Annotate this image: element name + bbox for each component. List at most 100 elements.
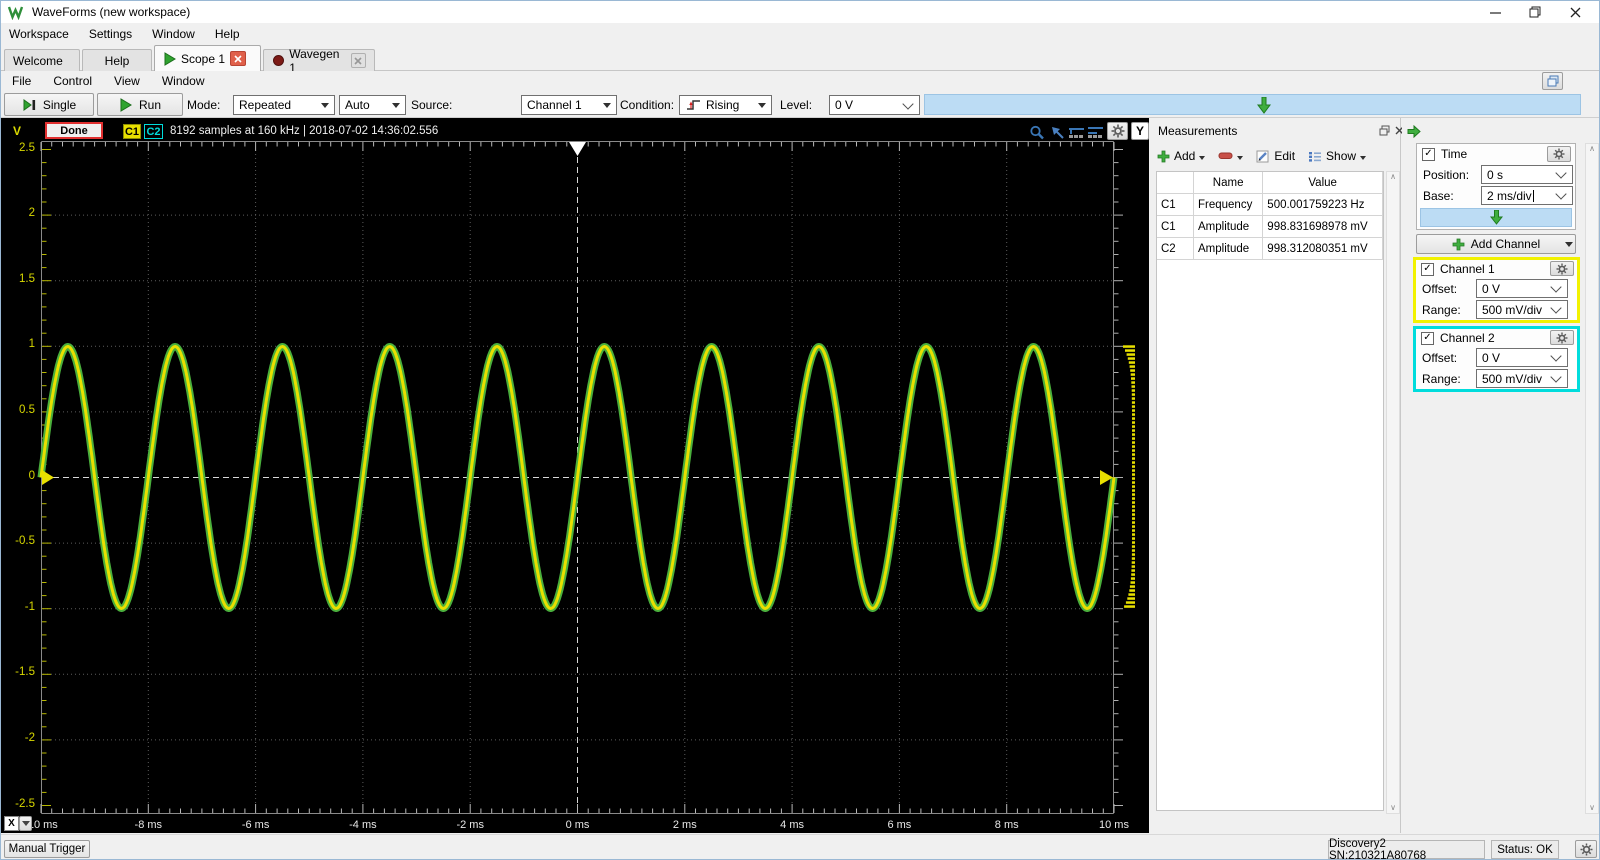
scope-menu-view[interactable]: View [103,72,151,90]
table-cell: C2 [1157,237,1194,260]
x-axis-labels: -10 ms -8 ms -6 ms -4 ms -2 ms 0 ms 2 ms 4 ms 6 … [1,819,1149,833]
dropdown-arrow-icon [1360,156,1367,160]
table-cell: 998.831698978 mV [1262,215,1383,238]
table-row[interactable]: C1 Amplitude 998.831698978 mV [1157,215,1383,238]
y-cursors-icon[interactable] [1087,125,1104,140]
edit-pencil-icon [1256,150,1269,162]
mode-label: Mode: [187,98,221,112]
add-measurement-button[interactable]: Add [1157,149,1206,163]
tab-scope[interactable]: Scope 1 [154,45,261,71]
waveforms-window: WaveForms (new workspace) Workspace Sett… [0,0,1600,860]
table-row[interactable]: C2 Amplitude 998.312080351 mV [1157,237,1383,260]
measurements-panel: Measurements Add Edit Show Name Value C1… [1149,118,1404,833]
float-panel-button[interactable] [1377,123,1392,137]
menu-help[interactable]: Help [205,24,250,44]
y-axis-label: -2 [24,731,35,744]
mode-select[interactable]: Repeated [233,95,335,115]
scope-menu-control[interactable]: Control [42,72,103,90]
menu-workspace[interactable]: Workspace [1,24,79,44]
channel2-badge[interactable]: C2 [144,124,163,139]
close-wavegen-tab-icon[interactable] [350,53,366,68]
x-cursors-icon[interactable] [1068,125,1085,140]
time-position-input[interactable]: 0 s [1481,165,1573,184]
dropdown-arrow-icon [603,102,611,108]
remove-measurement-button[interactable] [1218,152,1244,160]
channel2-range-label: Range: [1422,372,1461,386]
tab-help[interactable]: Help [82,49,152,71]
close-scope-tab-icon[interactable] [230,51,247,66]
zoom-tool-icon[interactable] [1029,125,1046,140]
table-header-cell: Name [1192,172,1264,194]
edit-measurement-button[interactable]: Edit [1256,149,1295,163]
channel2-checkbox[interactable]: ✓ [1421,331,1434,345]
restore-button[interactable] [1515,1,1555,23]
trigger-source-select[interactable]: Channel 1 [521,95,617,115]
combo-chevron-icon [1555,188,1567,200]
show-measurement-button[interactable]: Show [1308,149,1367,163]
scroll-up-icon[interactable]: ∧ [1589,144,1595,154]
trigger-position-bar[interactable] [924,94,1581,115]
combo-chevron-icon [902,97,914,110]
tab-welcome[interactable]: Welcome [4,49,80,71]
scroll-down-icon[interactable]: ∨ [1390,803,1396,813]
channel1-checkbox[interactable]: ✓ [1421,262,1434,276]
channel2-range-input[interactable]: 500 mV/div [1476,369,1568,388]
x-axis-label: -4 ms [349,819,377,831]
plus-icon [1452,238,1465,250]
position-label: Position: [1423,168,1470,182]
close-button[interactable] [1555,1,1595,23]
title-bar: WaveForms (new workspace) [1,1,1599,23]
sample-histogram [1123,345,1135,608]
manual-trigger-button[interactable]: Manual Trigger [4,840,90,858]
plot-settings-button[interactable] [1107,122,1128,140]
single-button[interactable]: Single [4,93,94,116]
measurements-scrollbar[interactable]: ∧ ∨ [1386,171,1400,814]
scroll-up-icon[interactable]: ∧ [1390,172,1396,182]
scope-menu-file[interactable]: File [1,72,42,90]
plot-canvas[interactable] [37,141,1136,814]
collapse-panel-arrow-icon[interactable] [1407,125,1421,138]
menu-settings[interactable]: Settings [79,24,142,44]
minimize-button[interactable] [1475,1,1515,23]
trigger-position-marker[interactable] [569,142,586,156]
channel2-offset-input[interactable]: 0 V [1476,348,1568,367]
add-tab-icon[interactable] [68,54,71,67]
time-settings-button[interactable] [1547,146,1571,162]
menu-window[interactable]: Window [142,24,205,44]
down-arrow-icon [1489,210,1503,225]
table-row[interactable]: C1 Frequency 500.001759223 Hz [1157,193,1383,216]
channel1-range-input[interactable]: 500 mV/div [1476,300,1568,319]
dropdown-arrow-icon [321,102,329,108]
trigger-level-input[interactable]: 0 V [829,95,920,115]
channel1-offset-input[interactable]: 0 V [1476,279,1568,298]
time-checkbox[interactable]: ✓ [1422,147,1435,161]
config-panel-scrollbar[interactable]: ∧ ∨ [1585,143,1599,814]
combo-chevron-icon [1550,281,1562,293]
undock-scope-button[interactable] [1542,72,1563,90]
table-cell: Amplitude [1192,215,1264,238]
time-scroll-bar[interactable] [1420,208,1572,227]
channel1-settings-button[interactable] [1550,261,1574,276]
x-axis-button[interactable]: X [4,816,19,831]
acquisition-state-button[interactable]: Done [45,122,103,139]
acquisition-select[interactable]: Auto [339,95,406,115]
x-axis-dropdown[interactable] [19,816,32,831]
trigger-condition-select[interactable]: Rising [679,95,772,115]
y-channels-button[interactable]: Y [1131,122,1149,140]
source-label: Source: [411,98,453,112]
show-list-icon [1309,151,1322,162]
scroll-down-icon[interactable]: ∨ [1589,803,1595,813]
run-button[interactable]: Run [97,93,183,116]
pointer-tool-icon[interactable] [1050,125,1067,140]
channel2-settings-button[interactable] [1550,330,1574,345]
scope-menu-window[interactable]: Window [151,72,216,90]
channel1-badge[interactable]: C1 [123,124,141,139]
tab-wavegen[interactable]: Wavegen 1 [263,47,375,75]
time-base-input[interactable]: 2 ms/div [1481,186,1573,205]
channel-offset-marker[interactable] [42,470,54,485]
channel2-offset-label: Offset: [1422,351,1458,365]
scope-menu-bar: File Control View Window [1,71,1599,91]
add-channel-button[interactable]: Add Channel [1416,234,1576,254]
float-window-icon [1379,125,1390,135]
device-settings-button[interactable] [1575,840,1597,858]
